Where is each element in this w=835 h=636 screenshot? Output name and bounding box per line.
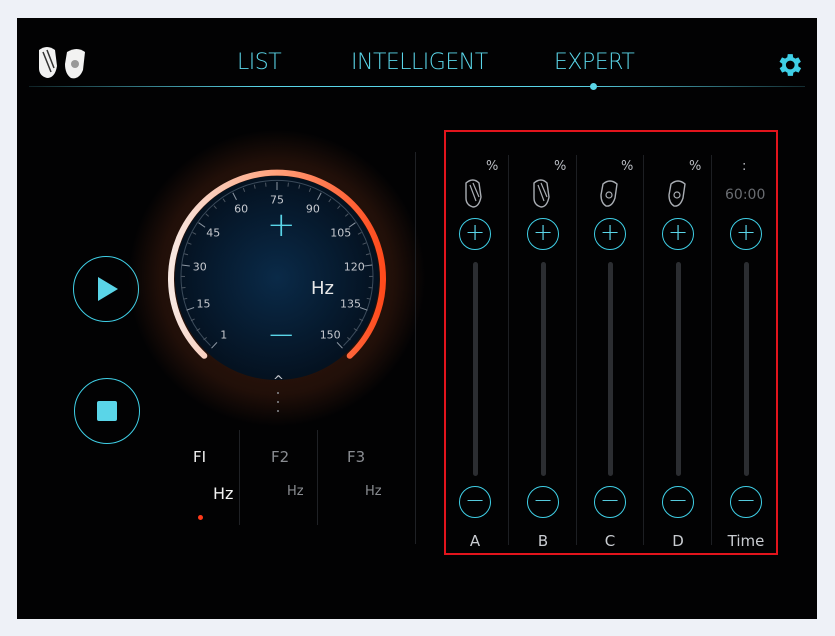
time-value: 60:00 [725, 187, 766, 203]
channel-d-label: D [672, 532, 684, 550]
time-slider[interactable] [744, 262, 749, 476]
channel-d-percent: % [689, 159, 702, 174]
dial-minor-tick [222, 198, 226, 203]
dial-tick-label: 45 [206, 226, 221, 240]
frequency-minus-button[interactable]: − [267, 318, 296, 352]
channel-panel: % + − A % + − B % + − C % + − D: 60:00 … [444, 130, 778, 555]
channel-separator [643, 155, 644, 545]
channel-d-plus-button[interactable]: + [662, 218, 694, 250]
channel-c-plus-button[interactable]: + [594, 218, 626, 250]
dial-minor-tick [242, 187, 246, 193]
dial-minor-tick [362, 242, 367, 245]
channel-b-plus-button[interactable]: + [527, 218, 559, 250]
dial-tick [211, 342, 218, 349]
section-divider [415, 152, 416, 544]
stop-button[interactable] [74, 378, 140, 444]
channel-separator [576, 155, 577, 545]
nav-underline [29, 86, 805, 87]
dial-tick-label: 105 [330, 226, 352, 240]
channel-a-label: A [469, 532, 481, 550]
dial-tick-label: 30 [192, 260, 207, 274]
dial-tick [364, 264, 373, 267]
dial-tick-label: 150 [319, 328, 341, 342]
dial-minor-tick [344, 213, 349, 217]
channel-b-percent: % [554, 159, 567, 174]
tab-f3[interactable]: F3 [347, 448, 365, 466]
tab-intelligent[interactable]: INTELLIGENT [351, 50, 488, 75]
channel-c-slider[interactable] [608, 262, 613, 476]
dial-minor-tick [183, 253, 189, 256]
stop-icon [97, 401, 117, 421]
f2-unit: Hz [287, 484, 304, 499]
left-earbud-icon [533, 179, 550, 208]
dial-tick [359, 307, 368, 311]
tab-expert[interactable]: EXPERT [554, 50, 635, 75]
channel-c-percent: % [621, 159, 634, 174]
channel-a-percent: % [486, 159, 499, 174]
channel-b-minus-button[interactable]: − [527, 486, 559, 518]
freq-separator [317, 430, 318, 525]
time-separator: : [742, 159, 747, 174]
dial-minor-tick [205, 213, 210, 217]
dial-minor-tick [213, 205, 217, 210]
channel-a-plus-button[interactable]: + [459, 218, 491, 250]
tab-f2[interactable]: F2 [271, 448, 289, 466]
tab-list[interactable]: LIST [237, 50, 282, 75]
dial-tick-label: 120 [343, 260, 365, 274]
dial-minor-tick [365, 253, 371, 256]
channel-separator [508, 155, 509, 545]
channel-a-slider[interactable] [473, 262, 478, 476]
dial-minor-tick [337, 205, 341, 210]
channel-a-minus-button[interactable]: − [459, 486, 491, 518]
dial-tick-label: 15 [196, 297, 211, 311]
active-tab-indicator [590, 83, 597, 90]
f1-unit: Hz [213, 484, 234, 503]
dial-tick [336, 342, 343, 349]
dial-minor-tick [357, 231, 362, 235]
dial-tick [232, 192, 237, 201]
tab-f1[interactable]: FI [193, 448, 206, 466]
dial-minor-tick [308, 187, 312, 193]
freq-separator [239, 430, 240, 525]
time-plus-button[interactable]: + [730, 218, 762, 250]
dial-tick-label: 75 [270, 193, 284, 207]
expand-dots [277, 392, 280, 414]
dial-minor-tick [187, 242, 192, 245]
channel-d-minus-button[interactable]: − [662, 486, 694, 518]
channel-c-minus-button[interactable]: − [594, 486, 626, 518]
dial-tick-label: 135 [339, 297, 361, 311]
play-icon [98, 277, 118, 301]
app-screen: LIST INTELLIGENT EXPERT + − Hz ^ FI Hz F… [17, 18, 817, 619]
channel-d-slider[interactable] [676, 262, 681, 476]
dial-minor-tick [328, 198, 332, 203]
f3-unit: Hz [365, 484, 382, 499]
active-freq-dot [198, 515, 203, 520]
channel-separator [711, 155, 712, 545]
expand-caret-icon[interactable]: ^ [273, 374, 284, 389]
dial-tick [317, 192, 322, 201]
left-earbud-icon [465, 179, 482, 208]
channel-b-slider[interactable] [541, 262, 546, 476]
dial-tick [198, 222, 206, 228]
right-earbud-icon [600, 180, 618, 207]
dial-minor-tick [253, 184, 256, 189]
dial-minor-tick [192, 231, 197, 235]
dial-tick [181, 264, 190, 267]
dial-unit: Hz [311, 278, 334, 299]
earbuds-logo-icon[interactable] [33, 44, 93, 82]
frequency-plus-button[interactable]: + [267, 208, 296, 242]
right-earbud-icon [668, 180, 686, 207]
time-label: Time [727, 532, 765, 550]
gear-icon[interactable] [774, 50, 804, 80]
dial-tick [186, 307, 195, 311]
channel-b-label: B [537, 532, 549, 550]
time-minus-button[interactable]: − [730, 486, 762, 518]
dial-tick-label: 90 [305, 202, 320, 216]
channel-c-label: C [604, 532, 616, 550]
dial-minor-tick [298, 184, 301, 189]
dial-tick-label: 60 [234, 202, 249, 216]
dial-tick-label: 1 [220, 328, 228, 342]
